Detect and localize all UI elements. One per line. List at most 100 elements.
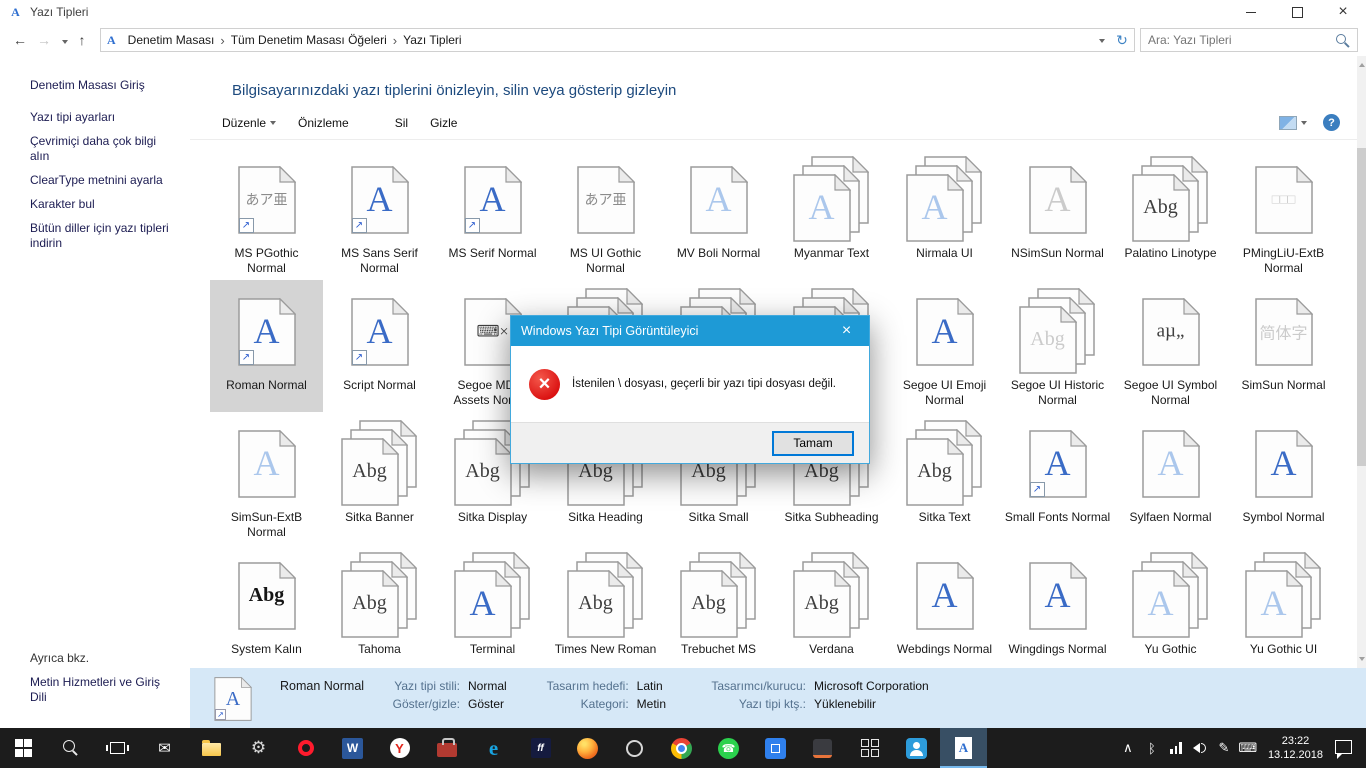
word-icon[interactable]: W bbox=[329, 728, 376, 768]
font-tile[interactable]: Abg Sitka Banner bbox=[323, 412, 436, 544]
font-tile[interactable]: A ↗ Script Normal bbox=[323, 280, 436, 412]
font-tile[interactable]: Abg Sitka Text bbox=[888, 412, 1001, 544]
tray-expand-icon[interactable]: ∧ bbox=[1116, 728, 1140, 768]
forward-button[interactable] bbox=[32, 32, 56, 48]
font-name-label: Script Normal bbox=[343, 378, 416, 392]
edge-icon[interactable]: e bbox=[470, 728, 517, 768]
sidebar-home-link[interactable]: Denetim Masası Giriş bbox=[30, 78, 190, 92]
font-tile[interactable]: あア亜 MS UI Gothic Normal bbox=[549, 148, 662, 280]
font-tile[interactable]: A Yu Gothic bbox=[1114, 544, 1227, 676]
sidebar-link-download-fonts[interactable]: Bütün diller için yazı tipleri indirin bbox=[30, 221, 178, 251]
font-tile[interactable]: A Wingdings Normal bbox=[1001, 544, 1114, 676]
action-center-icon[interactable] bbox=[1331, 728, 1360, 768]
font-icon: Abg bbox=[340, 420, 419, 506]
font-tile[interactable]: A SimSun-ExtB Normal bbox=[210, 412, 323, 544]
font-tile[interactable]: A ↗ MS Serif Normal bbox=[436, 148, 549, 280]
up-button[interactable] bbox=[70, 32, 94, 48]
page-heading: Bilgisayarınızdaki yazı tiplerini önizle… bbox=[232, 82, 677, 99]
vertical-scrollbar[interactable] bbox=[1357, 56, 1366, 668]
start-button[interactable] bbox=[0, 728, 47, 768]
font-tile[interactable]: Abg Times New Roman bbox=[549, 544, 662, 676]
font-tile[interactable]: A NSimSun Normal bbox=[1001, 148, 1114, 280]
breadcrumb-item-control-panel[interactable]: Denetim Masası bbox=[122, 33, 221, 47]
font-tile[interactable]: Abg System Kalın bbox=[210, 544, 323, 676]
keyboard-icon[interactable]: ⌨ bbox=[1236, 728, 1260, 768]
font-tile[interactable]: Abg Segoe UI Historic Normal bbox=[1001, 280, 1114, 412]
font-tile[interactable]: Abg Palatino Linotype bbox=[1114, 148, 1227, 280]
whatsapp-icon[interactable]: ☎ bbox=[705, 728, 752, 768]
font-tile[interactable]: A Symbol Normal bbox=[1227, 412, 1340, 544]
scrollbar-thumb[interactable] bbox=[1357, 148, 1366, 466]
font-tile[interactable]: aµ„ Segoe UI Symbol Normal bbox=[1114, 280, 1227, 412]
font-tile[interactable]: A ↗ Small Fonts Normal bbox=[1001, 412, 1114, 544]
font-tile[interactable]: A ↗ Roman Normal bbox=[210, 280, 323, 412]
ok-button[interactable]: Tamam bbox=[772, 430, 854, 456]
back-button[interactable] bbox=[8, 32, 32, 48]
font-glyph: Abg bbox=[1030, 328, 1065, 351]
dark-app-icon[interactable] bbox=[799, 728, 846, 768]
breadcrumb-item-all-items[interactable]: Tüm Denetim Masası Öğeleri bbox=[225, 33, 393, 47]
chrome-icon[interactable] bbox=[658, 728, 705, 768]
search-icon[interactable] bbox=[1336, 33, 1349, 47]
pen-icon[interactable]: ✎ bbox=[1212, 728, 1236, 768]
font-tile[interactable]: A ↗ MS Sans Serif Normal bbox=[323, 148, 436, 280]
help-button[interactable] bbox=[1323, 114, 1340, 131]
hide-button[interactable]: Gizle bbox=[430, 116, 457, 130]
delete-button[interactable]: Sil bbox=[395, 116, 408, 130]
toolbox-icon[interactable] bbox=[423, 728, 470, 768]
address-dropdown[interactable] bbox=[1090, 33, 1110, 47]
yandex-icon[interactable]: Y bbox=[376, 728, 423, 768]
opera-icon[interactable] bbox=[282, 728, 329, 768]
firefox-icon[interactable] bbox=[564, 728, 611, 768]
font-tile[interactable]: A Myanmar Text bbox=[775, 148, 888, 280]
search-input[interactable] bbox=[1141, 33, 1336, 47]
blue-app-icon[interactable] bbox=[752, 728, 799, 768]
change-view-button[interactable] bbox=[1279, 115, 1307, 130]
font-tile[interactable]: あア亜 ↗ MS PGothic Normal bbox=[210, 148, 323, 280]
minimize-button[interactable] bbox=[1228, 0, 1274, 24]
task-view-button[interactable] bbox=[94, 728, 141, 768]
font-tile[interactable]: Abg Trebuchet MS bbox=[662, 544, 775, 676]
refresh-button[interactable] bbox=[1110, 32, 1134, 49]
breadcrumb-item-fonts[interactable]: Yazı Tipleri bbox=[397, 33, 467, 47]
font-tile[interactable]: Abg Verdana bbox=[775, 544, 888, 676]
network-icon[interactable] bbox=[1164, 728, 1188, 768]
preview-button[interactable]: Önizleme bbox=[298, 116, 349, 130]
maximize-button[interactable] bbox=[1274, 0, 1320, 24]
font-tile[interactable]: A Terminal bbox=[436, 544, 549, 676]
detail-label: Yazı tipi stili: bbox=[394, 679, 460, 693]
ring-app-icon[interactable] bbox=[611, 728, 658, 768]
font-icon: あア亜 ↗ bbox=[228, 156, 306, 242]
close-button[interactable] bbox=[1320, 0, 1366, 24]
mail-icon[interactable]: ✉ bbox=[141, 728, 188, 768]
taskbar-clock[interactable]: 23:22 13.12.2018 bbox=[1268, 734, 1323, 762]
people-app-icon[interactable] bbox=[893, 728, 940, 768]
sidebar-link-cleartype[interactable]: ClearType metnini ayarla bbox=[30, 173, 178, 188]
font-tile[interactable]: A Sylfaen Normal bbox=[1114, 412, 1227, 544]
sidebar-link-text-services[interactable]: Metin Hizmetleri ve Giriş Dili bbox=[30, 675, 178, 705]
dialog-close-button[interactable] bbox=[824, 316, 869, 346]
font-viewer-taskbar-icon[interactable] bbox=[940, 728, 987, 768]
sidebar-link-find-character[interactable]: Karakter bul bbox=[30, 197, 178, 212]
font-tile[interactable]: Abg Tahoma bbox=[323, 544, 436, 676]
font-tile[interactable]: A MV Boli Normal bbox=[662, 148, 775, 280]
bluetooth-icon[interactable]: ᛒ bbox=[1140, 728, 1164, 768]
ff-app-icon[interactable]: ff bbox=[517, 728, 564, 768]
font-tile[interactable]: 简体字 SimSun Normal bbox=[1227, 280, 1340, 412]
font-tile[interactable]: A Segoe UI Emoji Normal bbox=[888, 280, 1001, 412]
recent-pages-dropdown[interactable] bbox=[56, 32, 70, 48]
font-tile[interactable]: □□□ PMingLiU-ExtB Normal bbox=[1227, 148, 1340, 280]
sidebar-link-online-info[interactable]: Çevrimiçi daha çok bilgi alın bbox=[30, 134, 178, 164]
file-explorer-icon[interactable] bbox=[188, 728, 235, 768]
search-button[interactable] bbox=[47, 728, 94, 768]
volume-icon[interactable] bbox=[1188, 728, 1212, 768]
grid-app-icon[interactable] bbox=[846, 728, 893, 768]
font-tile[interactable]: A Yu Gothic UI bbox=[1227, 544, 1340, 676]
organize-menu-button[interactable]: Düzenle bbox=[222, 116, 277, 130]
font-tile[interactable]: A Webdings Normal bbox=[888, 544, 1001, 676]
font-tile[interactable]: A Nirmala UI bbox=[888, 148, 1001, 280]
address-box[interactable]: A Denetim Masası Tüm Denetim Masası Öğel… bbox=[100, 28, 1135, 52]
sidebar-link-font-settings[interactable]: Yazı tipi ayarları bbox=[30, 110, 178, 125]
settings-icon[interactable]: ⚙ bbox=[235, 728, 282, 768]
font-icon: Abg bbox=[1018, 288, 1097, 374]
